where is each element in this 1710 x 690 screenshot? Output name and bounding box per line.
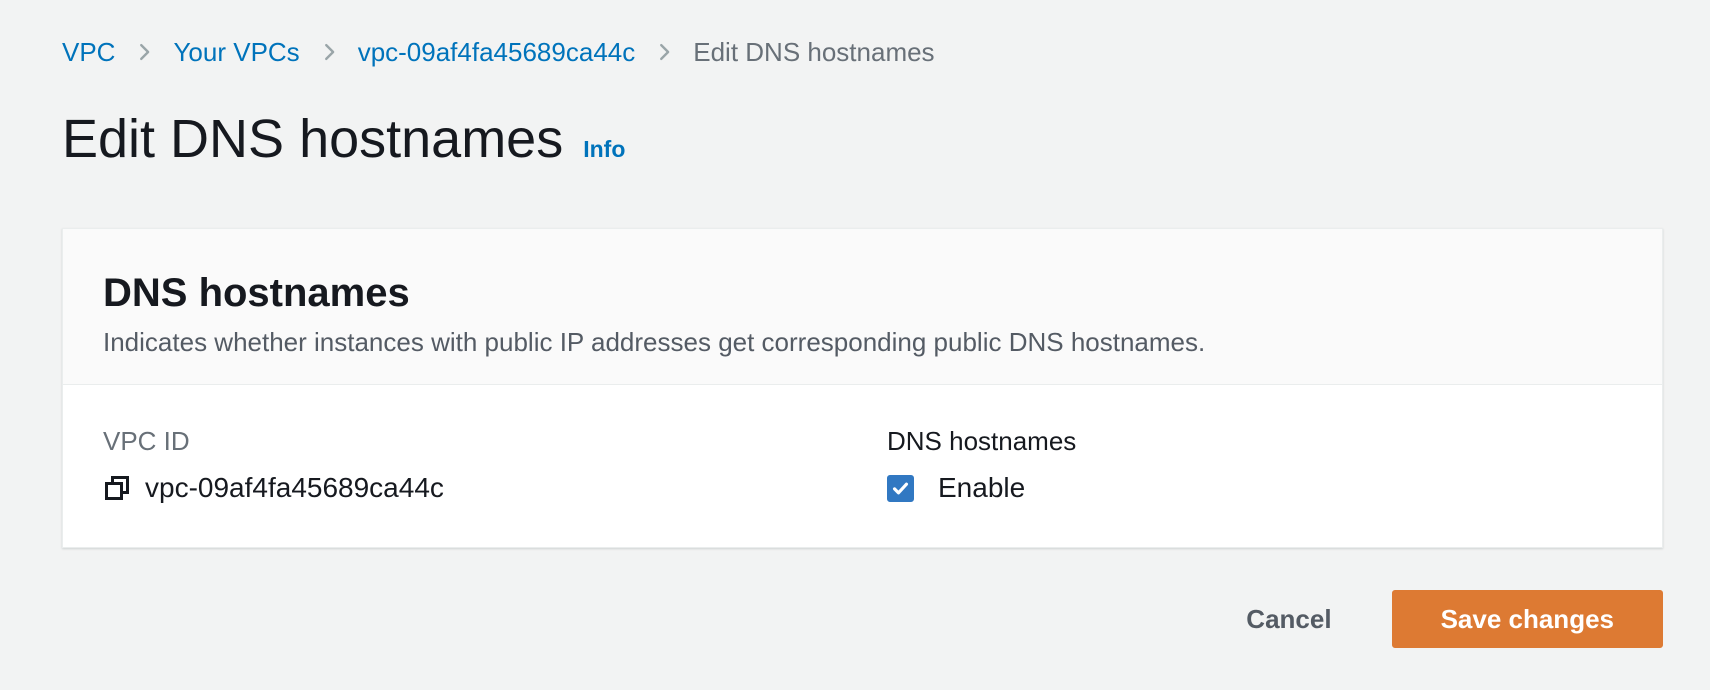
save-changes-button[interactable]: Save changes [1391, 590, 1663, 648]
card-description: Indicates whether instances with public … [103, 327, 1206, 357]
chevron-right-icon [653, 41, 675, 63]
chevron-right-icon [318, 41, 340, 63]
vpc-id-label: VPC ID [103, 426, 190, 456]
breadcrumb-link-vpc-id[interactable]: vpc-09af4fa45689ca44c [358, 36, 636, 68]
copy-vpc-id-button[interactable] [103, 474, 131, 502]
enable-checkbox-row: Enable [887, 471, 1622, 505]
card-body: VPC ID vpc-09af4fa45689ca44c DNS hostnam… [63, 385, 1662, 547]
chevron-right-icon [133, 41, 155, 63]
footer-actions: Cancel Save changes [62, 590, 1663, 648]
vpc-id-value-row: vpc-09af4fa45689ca44c [103, 471, 887, 505]
info-link[interactable]: Info [583, 136, 625, 163]
dns-hostnames-field: DNS hostnames Enable [887, 425, 1622, 505]
enable-checkbox-label[interactable]: Enable [938, 472, 1025, 504]
card-header: DNS hostnames Indicates whether instance… [63, 229, 1662, 385]
enable-checkbox[interactable] [887, 474, 914, 502]
cancel-button[interactable]: Cancel [1246, 604, 1331, 635]
copy-icon [103, 474, 131, 502]
page: VPC Your VPCs vpc-09af4fa45689ca44c Edit… [0, 0, 1710, 648]
dns-hostnames-card: DNS hostnames Indicates whether instance… [62, 228, 1663, 548]
breadcrumb-link-your-vpcs[interactable]: Your VPCs [173, 36, 299, 68]
breadcrumb: VPC Your VPCs vpc-09af4fa45689ca44c Edit… [62, 36, 1663, 68]
card-title: DNS hostnames [103, 271, 410, 315]
title-row: Edit DNS hostnames Info [62, 108, 1663, 170]
breadcrumb-current: Edit DNS hostnames [693, 37, 935, 67]
breadcrumb-link-vpc[interactable]: VPC [62, 36, 115, 68]
page-title: Edit DNS hostnames [62, 109, 564, 169]
dns-hostnames-label: DNS hostnames [887, 426, 1077, 456]
check-icon [891, 479, 910, 498]
vpc-id-field: VPC ID vpc-09af4fa45689ca44c [103, 425, 887, 505]
vpc-id-value: vpc-09af4fa45689ca44c [145, 472, 444, 503]
